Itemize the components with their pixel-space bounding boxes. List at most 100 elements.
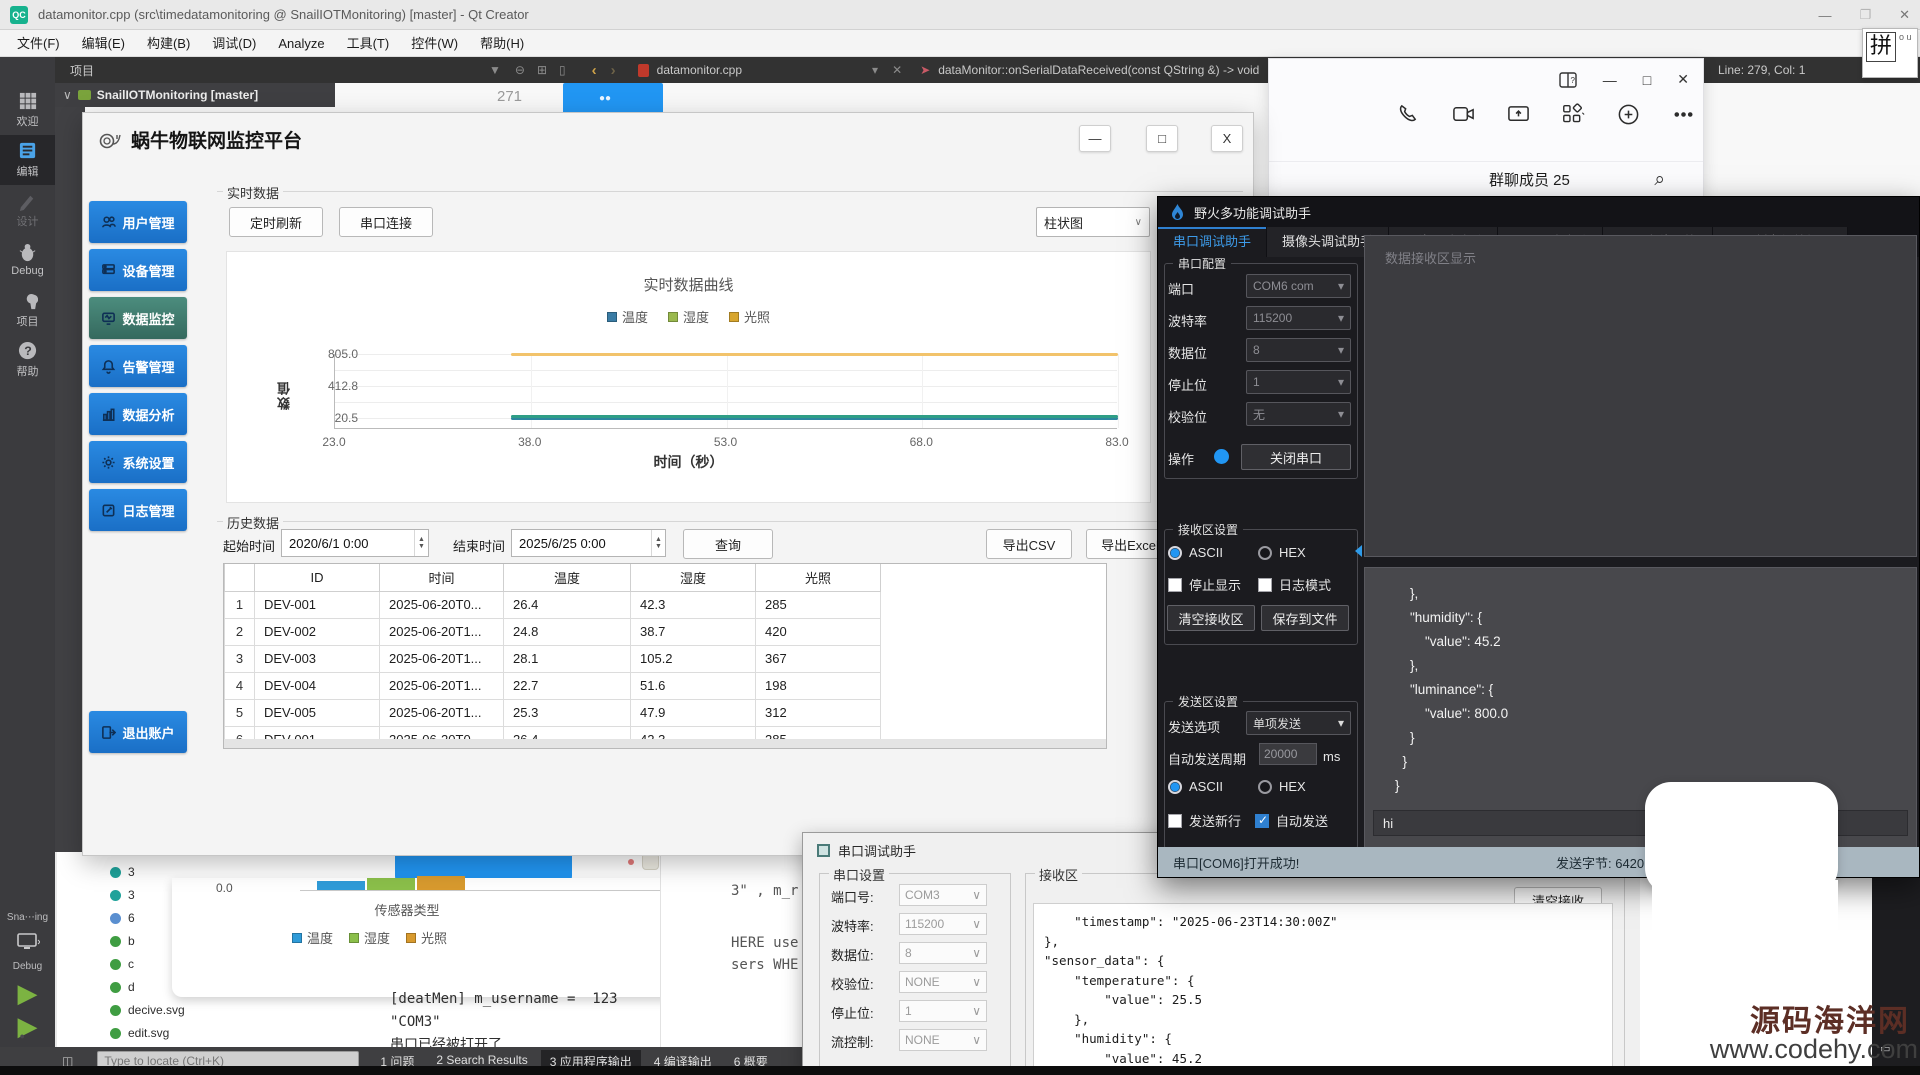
ime-indicator[interactable]: 拼 o u [1862, 28, 1918, 78]
file-list-item[interactable]: 3 [110, 885, 135, 905]
fire-tab[interactable]: 串口调试助手 [1158, 227, 1267, 257]
send-hex-radio[interactable]: HEX [1258, 779, 1306, 794]
auto-send-period-input[interactable] [1259, 743, 1317, 765]
symbol-combobox[interactable]: dataMonitor::onSerialDataReceived(const … [938, 63, 1259, 77]
sidebar-item-2[interactable]: 设备管理 [89, 249, 187, 291]
recv-ascii-radio[interactable]: ASCII [1168, 545, 1223, 560]
file-list-item[interactable]: b [110, 931, 135, 951]
file-tab-dropdown-icon[interactable]: ▾ [872, 63, 878, 77]
chat-close-button[interactable]: ✕ [1677, 71, 1689, 88]
qt-close-button[interactable]: ✕ [1899, 7, 1910, 23]
file-list-item[interactable]: 6 [110, 908, 135, 928]
chat-maximize-button[interactable]: □ [1643, 72, 1651, 88]
sidebar-item-1[interactable]: 用户管理 [89, 201, 187, 243]
sidebar-item-5[interactable]: 数据分析 [89, 393, 187, 435]
rail-item-edit[interactable]: 编辑 [0, 135, 55, 185]
menu-item[interactable]: 帮助(H) [469, 30, 535, 57]
group-members-label[interactable]: 群聊成员 25 [1489, 169, 1570, 190]
fire-config-select[interactable]: 115200▾ [1246, 306, 1351, 330]
file-list-item[interactable]: 3 [110, 862, 135, 882]
serial-setting-select[interactable]: COM3∨ [899, 884, 987, 906]
voice-call-icon[interactable] [1397, 103, 1420, 126]
iot-maximize-button[interactable]: □ [1146, 125, 1178, 152]
sidebar-item-6[interactable]: 系统设置 [89, 441, 187, 483]
menu-item[interactable]: 构建(B) [136, 30, 201, 57]
table-header-cell[interactable]: ID [255, 564, 380, 591]
kit-monitor-icon[interactable] [16, 932, 40, 952]
send-ascii-radio[interactable]: ASCII [1168, 779, 1223, 794]
sidebar-item-3[interactable]: 数据监控 [89, 297, 187, 339]
split-icon[interactable]: ⊞ [537, 63, 547, 77]
chart-type-select[interactable]: 柱状图∨ [1036, 207, 1150, 237]
log-mode-checkbox[interactable]: 日志模式 [1258, 575, 1331, 594]
fire-config-select[interactable]: 8▾ [1246, 338, 1351, 362]
chat-minimize-button[interactable]: — [1603, 72, 1617, 88]
end-time-spinner[interactable]: ▲▼ [651, 530, 665, 556]
apps-grid-icon[interactable] [1562, 103, 1585, 126]
table-header-cell[interactable]: 光照 [756, 564, 881, 591]
clear-receive-button[interactable]: 清空接收区 [1167, 605, 1255, 631]
serial-setting-select[interactable]: 1∨ [899, 1000, 987, 1022]
iot-minimize-button[interactable]: — [1079, 125, 1111, 152]
more-ellipsis-icon[interactable] [1672, 103, 1695, 126]
file-list-item[interactable]: d [110, 977, 135, 997]
menu-item[interactable]: Analyze [267, 30, 335, 57]
file-list-item[interactable]: decive.svg [110, 1000, 185, 1020]
sidebar-toggle-icon[interactable]: ? [1559, 72, 1577, 88]
file-list-item[interactable]: edit.svg [110, 1023, 169, 1043]
table-row[interactable]: 3DEV-0032025-06-20T1...28.1105.2367 [225, 645, 881, 672]
tree-chevron-icon[interactable]: ∨ [63, 88, 72, 102]
start-time-spinner[interactable]: ▲▼ [414, 530, 428, 556]
file-tab-close-icon[interactable]: ✕ [892, 63, 902, 77]
debug-run-button[interactable]: ▶● [18, 1014, 38, 1038]
table-row[interactable]: 5DEV-0052025-06-20T1...25.347.9312 [225, 699, 881, 726]
export-csv-button[interactable]: 导出CSV [986, 529, 1072, 559]
table-header-cell[interactable]: 时间 [380, 564, 504, 591]
serial-setting-select[interactable]: 8∨ [899, 942, 987, 964]
serial-receive-area[interactable]: "timestamp": "2025-06-23T14:30:00Z" }, "… [1033, 903, 1613, 1075]
rail-item-welcome[interactable]: 欢迎 [0, 85, 55, 135]
sync-icon[interactable]: ⊖ [515, 63, 525, 77]
table-row[interactable]: 2DEV-0022025-06-20T1...24.838.7420 [225, 618, 881, 645]
stop-display-checkbox[interactable]: 停止显示 [1168, 575, 1241, 594]
send-option-select[interactable]: 单项发送▾ [1246, 711, 1351, 735]
file-list-item[interactable]: c [110, 954, 134, 974]
timed-refresh-button[interactable]: 定时刷新 [229, 207, 323, 237]
send-newline-checkbox[interactable]: 发送新行 [1168, 811, 1241, 830]
qt-maximize-button[interactable]: ❐ [1859, 7, 1871, 23]
auto-send-checkbox[interactable]: 自动发送 [1255, 811, 1328, 830]
end-time-input[interactable] [511, 529, 666, 557]
sidebar-item-7[interactable]: 日志管理 [89, 489, 187, 531]
qt-minimize-button[interactable]: — [1818, 8, 1831, 23]
serial-setting-select[interactable]: NONE∨ [899, 971, 987, 993]
serial-setting-select[interactable]: NONE∨ [899, 1029, 987, 1051]
panel-icon[interactable]: ▯ [559, 63, 566, 77]
menu-item[interactable]: 控件(W) [400, 30, 469, 57]
recv-hex-radio[interactable]: HEX [1258, 545, 1306, 560]
save-to-file-button[interactable]: 保存到文件 [1261, 605, 1349, 631]
serial-connect-button[interactable]: 串口连接 [339, 207, 433, 237]
splitter-handle[interactable] [1355, 545, 1362, 557]
add-circle-icon[interactable] [1617, 103, 1640, 126]
search-icon[interactable]: ⌕ [1654, 169, 1665, 191]
menu-item[interactable]: 文件(F) [6, 30, 71, 57]
rail-item-debug[interactable]: Debug [0, 235, 55, 285]
table-row[interactable]: 4DEV-0042025-06-20T1...22.751.6198 [225, 672, 881, 699]
filter-icon[interactable]: ▼ [489, 63, 501, 77]
query-button[interactable]: 查询 [683, 529, 773, 559]
kit-selector-label[interactable]: Sna⋯ing [7, 912, 48, 923]
table-header-cell[interactable]: 湿度 [631, 564, 756, 591]
fire-config-select[interactable]: 无▾ [1246, 402, 1351, 426]
menu-item[interactable]: 工具(T) [336, 30, 401, 57]
back-icon[interactable]: ‹ [592, 62, 597, 79]
menu-item[interactable]: 调试(D) [201, 30, 267, 57]
rail-item-design[interactable]: 设计 [0, 185, 55, 235]
menu-item[interactable]: 编辑(E) [71, 30, 136, 57]
serial-setting-select[interactable]: 115200∨ [899, 913, 987, 935]
open-file-tab[interactable]: datamonitor.cpp [657, 63, 742, 77]
history-table[interactable]: ID时间温度湿度光照1DEV-0012025-06-20T0...26.442.… [223, 563, 1107, 749]
project-tree-root[interactable]: ∨ SnailIOTMonitoring [master] [55, 83, 335, 107]
video-call-icon[interactable] [1452, 103, 1475, 126]
start-time-input[interactable] [281, 529, 429, 557]
receive-display-area[interactable]: 数据接收区显示 [1364, 235, 1917, 557]
